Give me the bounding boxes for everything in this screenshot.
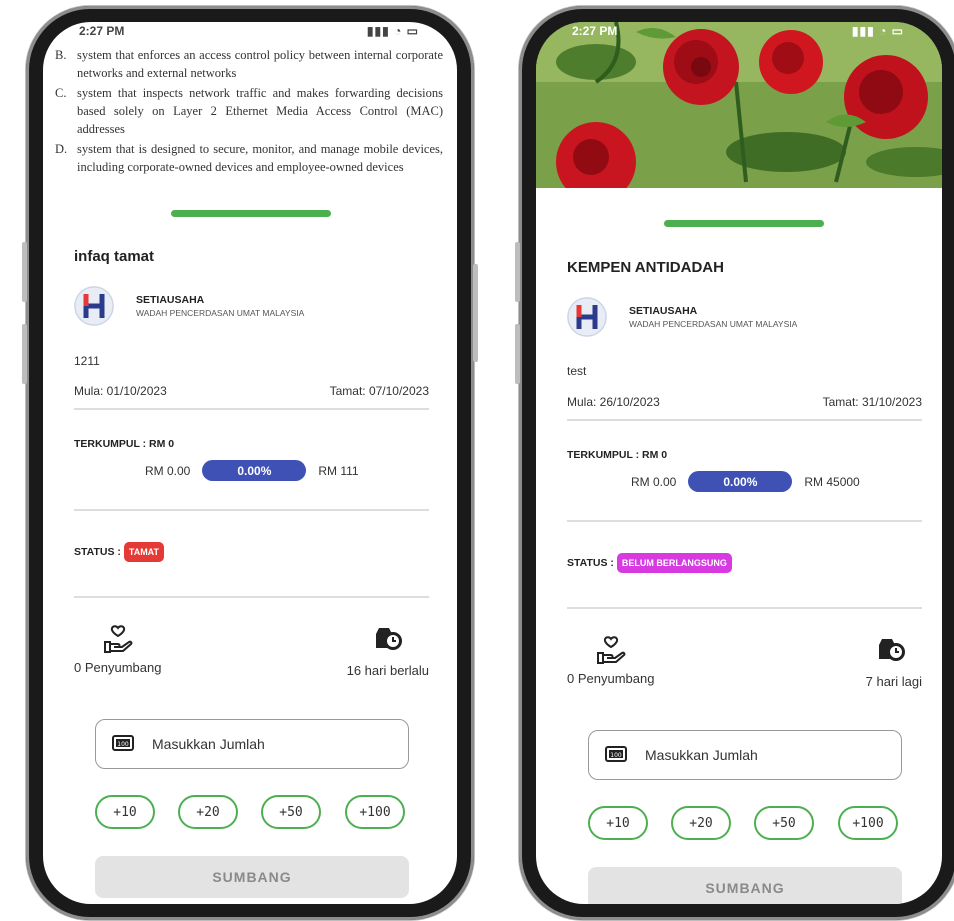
status-row: STATUS : BELUM BERLANGSUNG: [567, 553, 732, 573]
collected-label: TERKUMPUL : RM 0: [74, 438, 175, 450]
quick-amount-chip[interactable]: +10: [95, 795, 155, 829]
org-subtitle: WADAH PENCERDASAN UMAT MALAYSIA: [629, 319, 798, 329]
progress-bar: 0.00%: [202, 460, 307, 481]
volume-button: [515, 242, 520, 302]
svg-text:100: 100: [610, 752, 622, 759]
divider: [74, 509, 429, 511]
question-option: D. system that is designed to secure, mo…: [55, 142, 443, 174]
time-info: 7 hari lagi: [865, 674, 922, 689]
status-badge: BELUM BERLANGSUNG: [616, 553, 732, 573]
quick-amount-chip[interactable]: +20: [671, 806, 731, 840]
campaign-description: test: [567, 364, 587, 378]
quick-amount-chip[interactable]: +10: [588, 806, 648, 840]
organization: SETIAUSAHA WADAH PENCERDASAN UMAT MALAYS…: [567, 297, 797, 337]
org-name: SETIAUSAHA: [629, 305, 698, 317]
progress-bar: 0.00%: [688, 471, 793, 492]
amount-placeholder: Masukkan Jumlah: [152, 736, 265, 752]
quick-amount-chip[interactable]: +20: [178, 795, 238, 829]
amount-input[interactable]: 100 Masukkan Jumlah: [588, 730, 902, 780]
cash-icon: 100: [605, 745, 627, 765]
amount-input[interactable]: 100 Masukkan Jumlah: [95, 719, 409, 769]
donor-hand-heart-icon: [103, 624, 133, 659]
time-info: 16 hari berlalu: [346, 663, 429, 678]
organization: SETIAUSAHA WADAH PENCERDASAN UMAT MALAYS…: [74, 286, 304, 326]
signal-battery-icon: ▮▮▮ ◔ ▭: [366, 24, 419, 38]
status-bar: 2:27 PM ▮▮▮ ◔ ▭: [43, 22, 457, 44]
power-button: [473, 264, 478, 362]
progress-min: RM 0.00: [631, 474, 677, 489]
progress-row: RM 0.00 0.00% RM 111: [145, 460, 359, 481]
progress-row: RM 0.00 0.00% RM 45000: [631, 471, 860, 492]
progress-min: RM 0.00: [145, 463, 191, 478]
volume-button: [515, 324, 520, 384]
rose-hero-image: [536, 22, 942, 188]
divider: [74, 596, 429, 598]
progress-target: RM 111: [318, 463, 359, 478]
start-date: Mula: 01/10/2023: [74, 384, 167, 398]
divider: [74, 408, 429, 410]
status-label: STATUS :: [74, 546, 121, 558]
campaign-description: 1211: [74, 354, 100, 368]
volume-button: [22, 324, 27, 384]
donate-button[interactable]: SUMBANG: [588, 867, 902, 904]
donate-button[interactable]: SUMBANG: [95, 856, 409, 898]
status-row: STATUS : TAMAT: [74, 542, 165, 562]
status-label: STATUS :: [567, 557, 614, 569]
drag-handle[interactable]: [171, 210, 331, 217]
quick-amount-chip[interactable]: +50: [261, 795, 321, 829]
question-option: B. system that enforces an access contro…: [55, 48, 443, 80]
timer-bag-icon: [373, 622, 403, 657]
quick-amount-chip[interactable]: +50: [754, 806, 814, 840]
amount-placeholder: Masukkan Jumlah: [645, 747, 758, 763]
timer-bag-icon: [876, 633, 906, 668]
campaign-dates: Mula: 01/10/2023 Tamat: 07/10/2023: [74, 384, 429, 398]
volume-button: [22, 242, 27, 302]
org-name: SETIAUSAHA: [136, 294, 205, 306]
org-subtitle: WADAH PENCERDASAN UMAT MALAYSIA: [136, 308, 305, 318]
question-option: C. system that inspects network traffic …: [55, 86, 443, 136]
divider: [567, 607, 922, 609]
quick-amount-chip[interactable]: +100: [838, 806, 898, 840]
end-date: Tamat: 07/10/2023: [329, 384, 429, 398]
end-date: Tamat: 31/10/2023: [822, 395, 922, 409]
donor-count: 0 Penyumbang: [74, 660, 162, 675]
phone-frame-left: 2:27 PM ▮▮▮ ◔ ▭ B. system that enforces …: [22, 6, 478, 920]
phone-frame-right: 2:27 PM ▮▮▮ ◔ ▭ KEMPEN ANTIDADAH SETIAUS…: [515, 6, 954, 920]
divider: [567, 520, 922, 522]
campaign-title: infaq tamat: [74, 248, 155, 265]
org-logo: [567, 297, 607, 337]
signal-battery-icon: ▮▮▮ ◔ ▭: [851, 24, 904, 38]
svg-text:100: 100: [117, 741, 129, 748]
divider: [567, 419, 922, 421]
status-bar: 2:27 PM ▮▮▮ ◔ ▭: [536, 22, 942, 44]
question-options: B. system that enforces an access contro…: [55, 46, 443, 178]
campaign-title: KEMPEN ANTIDADAH: [567, 259, 724, 276]
status-time: 2:27 PM: [572, 24, 618, 38]
donor-hand-heart-icon: [596, 635, 626, 670]
status-badge: TAMAT: [123, 542, 165, 562]
start-date: Mula: 26/10/2023: [567, 395, 660, 409]
progress-target: RM 45000: [804, 474, 860, 489]
org-logo: [74, 286, 114, 326]
campaign-dates: Mula: 26/10/2023 Tamat: 31/10/2023: [567, 395, 922, 409]
donor-count: 0 Penyumbang: [567, 671, 655, 686]
cash-icon: 100: [112, 734, 134, 754]
screen-right: 2:27 PM ▮▮▮ ◔ ▭ KEMPEN ANTIDADAH SETIAUS…: [536, 22, 942, 904]
drag-handle[interactable]: [664, 220, 824, 227]
status-time: 2:27 PM: [79, 24, 125, 38]
quick-amount-chip[interactable]: +100: [345, 795, 405, 829]
screen-left: 2:27 PM ▮▮▮ ◔ ▭ B. system that enforces …: [43, 22, 457, 904]
collected-label: TERKUMPUL : RM 0: [567, 449, 668, 461]
